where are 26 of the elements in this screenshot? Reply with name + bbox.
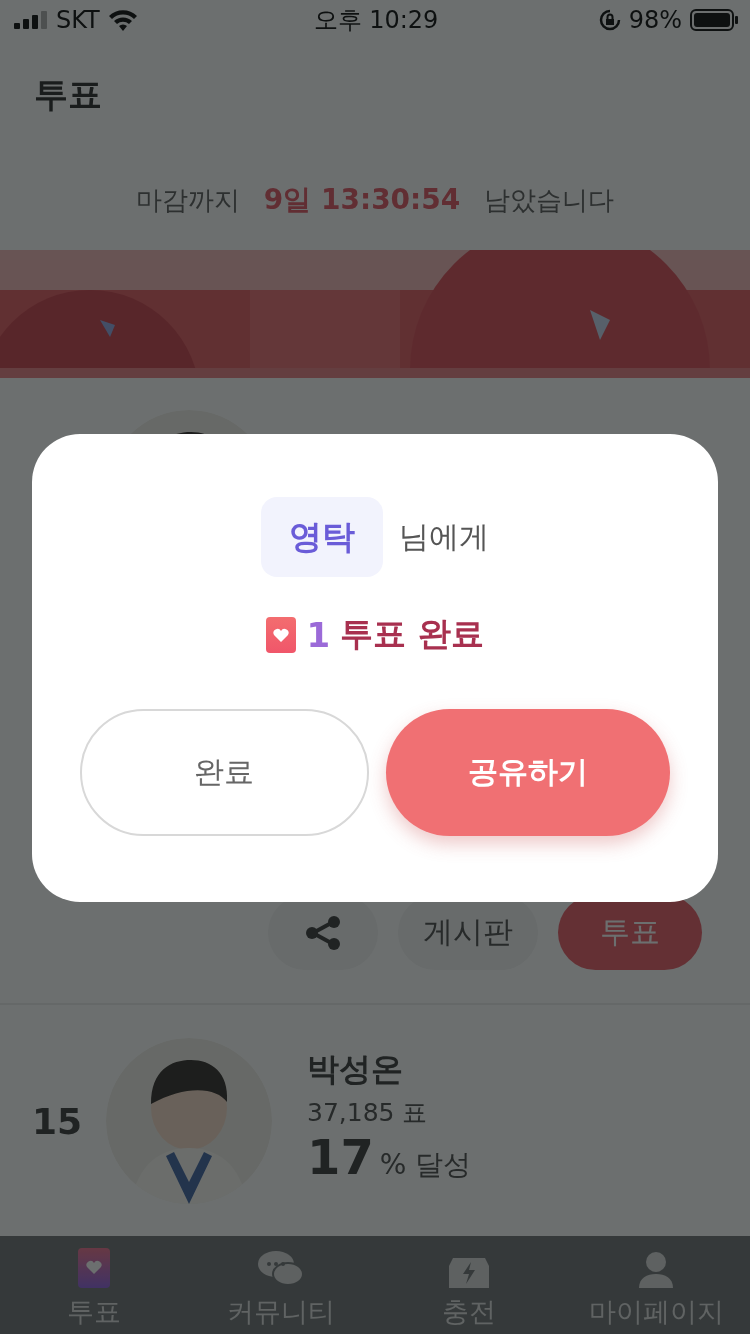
signal-icon bbox=[14, 11, 48, 29]
carrier-name: SKT bbox=[56, 6, 100, 34]
heart-card-icon bbox=[77, 1248, 110, 1288]
done-button[interactable]: 완료 bbox=[80, 709, 369, 836]
person-icon bbox=[639, 1252, 674, 1288]
recipient-suffix: 님에게 bbox=[399, 517, 489, 556]
share-icon bbox=[305, 915, 341, 950]
countdown-time: 9일 13:30:54 bbox=[263, 182, 461, 218]
vote-count: 37,185 표 bbox=[307, 1097, 429, 1129]
result-message: 투표 완료 bbox=[340, 613, 484, 655]
rotation-lock-icon bbox=[598, 9, 621, 31]
rank-number: 15 bbox=[31, 1100, 84, 1142]
percent-value: 17 bbox=[307, 1129, 374, 1185]
candidate-name: 박성온 bbox=[307, 1049, 404, 1090]
status-time: 오후 10:29 bbox=[313, 5, 439, 36]
share-button[interactable]: 공유하기 bbox=[385, 709, 670, 836]
countdown-label: 남았습니다 bbox=[484, 183, 615, 217]
battery-icon bbox=[690, 9, 738, 31]
wifi-icon bbox=[107, 9, 138, 31]
vote-count: 1 bbox=[306, 614, 331, 655]
page-title: 투표 bbox=[34, 73, 102, 116]
battery-percent: 98% bbox=[628, 6, 682, 34]
percent-label: % 달성 bbox=[379, 1147, 472, 1183]
countdown-label: 마감까지 bbox=[135, 183, 240, 217]
heart-card-icon bbox=[266, 616, 297, 653]
recipient-name: 영탁 bbox=[261, 497, 383, 577]
